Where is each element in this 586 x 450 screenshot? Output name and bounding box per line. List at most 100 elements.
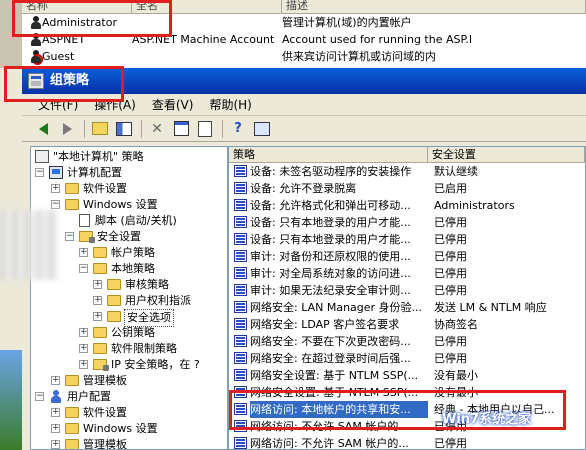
security-icon: [79, 231, 95, 243]
collapse-icon[interactable]: −: [35, 392, 44, 401]
policy-row[interactable]: 审计: 对全局系统对象的访问进... 已停用: [229, 265, 585, 282]
policy-row[interactable]: 网络访问: 不允许 SAM 帐户的... 已停用: [229, 435, 585, 450]
expand-icon[interactable]: +: [79, 328, 88, 337]
policy-item-icon: [234, 284, 247, 296]
up-folder-icon[interactable]: [89, 119, 111, 139]
network-security-icon: [93, 359, 109, 371]
policy-setting: 已停用: [434, 216, 467, 229]
user-name: Guest: [42, 50, 75, 63]
folder-icon: [93, 343, 107, 354]
tree-label: 计算机配置: [67, 166, 122, 179]
toolbar-separator: [222, 119, 223, 138]
show-tree-icon[interactable]: [113, 119, 135, 139]
expand-icon[interactable]: +: [79, 248, 88, 257]
collapse-icon[interactable]: −: [79, 264, 88, 273]
folder-icon: [65, 439, 79, 449]
help-icon[interactable]: [227, 119, 249, 139]
user-desc: 管理计算机(域)的内置帐户: [282, 16, 412, 29]
collapse-icon[interactable]: −: [35, 168, 44, 177]
policy-item-icon: [234, 301, 247, 313]
folder-icon: [107, 279, 121, 290]
tree-label: Windows 设置: [83, 422, 158, 435]
policy-row[interactable]: 网络安全设置: 基于 NTLM SSP(... 没有最小: [229, 367, 585, 384]
highlight-box-administrator: [12, 0, 172, 37]
col-header-policy[interactable]: 策略: [229, 147, 428, 162]
policy-row[interactable]: 网络安全: 在超过登录时间后强... 已停用: [229, 350, 585, 367]
toolbar-separator: [141, 119, 142, 138]
computer-icon: [49, 166, 63, 179]
expand-icon[interactable]: +: [93, 280, 102, 289]
expand-icon[interactable]: +: [51, 424, 60, 433]
watermark-text: Win7系统之家: [442, 412, 532, 427]
policy-name: 设备: 允许格式化和弹出可移动...: [250, 199, 411, 212]
policy-item-icon: [234, 182, 247, 194]
expand-icon[interactable]: +: [93, 312, 102, 321]
policy-setting: 已停用: [434, 335, 467, 348]
collapse-icon[interactable]: −: [51, 200, 60, 209]
policy-row[interactable]: 审计: 对备份和还原权限的使用... 已停用: [229, 248, 585, 265]
policy-item-icon: [234, 165, 247, 177]
policy-item-icon: [234, 250, 247, 262]
policy-row[interactable]: 设备: 允许不登录脱离 已启用: [229, 180, 585, 197]
policy-setting: 已停用: [434, 233, 467, 246]
tree-label: 安全设置: [97, 230, 141, 243]
export-list-icon[interactable]: [194, 119, 216, 139]
col-header-desc[interactable]: 描述: [282, 0, 586, 14]
desktop-background: [0, 350, 22, 450]
col-header-setting[interactable]: 安全设置: [428, 147, 585, 162]
policy-row[interactable]: 网络安全: LDAP 客户签名要求 协商签名: [229, 316, 585, 333]
policy-setting: 默认继续: [434, 165, 478, 178]
user-row-guest[interactable]: Guest 供来宾访问计算机或访问域的内: [22, 48, 586, 65]
console-icon[interactable]: [251, 119, 273, 139]
policy-item-icon: [234, 216, 247, 228]
delete-icon[interactable]: [146, 119, 168, 139]
policy-name: 设备: 只有本地登录的用户才能...: [250, 233, 411, 246]
policy-row[interactable]: 网络安全: 不要在下次更改密码... 已停用: [229, 333, 585, 350]
policy-setting: 没有最小: [434, 369, 478, 382]
policy-row[interactable]: 设备: 只有本地登录的用户才能... 已停用: [229, 231, 585, 248]
policy-row[interactable]: 设备: 未签名驱动程序的安装操作 默认继续: [229, 163, 585, 180]
expand-icon[interactable]: +: [51, 376, 60, 385]
expand-icon[interactable]: +: [51, 440, 60, 449]
policy-row[interactable]: 网络安全: LAN Manager 身份验... 发送 LM & NTLM 响应: [229, 299, 585, 316]
policy-name: 审计: 如果无法纪录安全审计则...: [250, 284, 411, 297]
policy-setting: 已启用: [434, 182, 467, 195]
collapse-icon[interactable]: −: [65, 232, 74, 241]
policy-setting: 已停用: [434, 267, 467, 280]
policy-tree[interactable]: "本地计算机" 策略 − 计算机配置 + 软件设置 − Windows 设置 脚…: [30, 146, 228, 450]
tree-label: 本地策略: [111, 262, 155, 275]
policy-name: 网络安全: LDAP 客户签名要求: [250, 318, 400, 331]
policy-item-icon: [234, 233, 247, 245]
tree-label: 用户配置: [67, 390, 111, 403]
policy-item-icon: [234, 335, 247, 347]
script-icon: [79, 214, 90, 227]
menu-help[interactable]: 帮助(H): [209, 96, 251, 113]
policy-setting: 发送 LM & NTLM 响应: [434, 301, 547, 314]
policy-item-icon: [234, 437, 247, 449]
expand-icon[interactable]: +: [51, 184, 60, 193]
policy-row[interactable]: 设备: 允许格式化和弹出可移动... Administrators: [229, 197, 585, 214]
user-desc: 供来宾访问计算机或访问域的内: [282, 50, 436, 63]
expand-icon[interactable]: +: [79, 344, 88, 353]
tree-label: 脚本 (启动/关机): [95, 214, 177, 227]
policy-name: 设备: 只有本地登录的用户才能...: [250, 216, 411, 229]
tree-label: 用户权利指派: [125, 294, 191, 307]
menu-view[interactable]: 查看(V): [152, 96, 194, 113]
expand-icon[interactable]: +: [93, 296, 102, 305]
policy-name: 网络访问: 不允许 SAM 帐户的...: [250, 437, 409, 450]
tree-label: 审核策略: [125, 278, 169, 291]
forward-arrow-icon[interactable]: [56, 119, 78, 139]
policy-item-icon: [234, 199, 247, 211]
policy-name: 设备: 未签名驱动程序的安装操作: [250, 165, 412, 178]
expand-icon[interactable]: +: [51, 408, 60, 417]
properties-icon[interactable]: [170, 119, 192, 139]
policy-name: 设备: 允许不登录脱离: [250, 182, 357, 195]
expand-icon[interactable]: +: [79, 360, 88, 369]
back-arrow-icon[interactable]: [32, 119, 54, 139]
policy-row[interactable]: 审计: 如果无法纪录安全审计则... 已停用: [229, 282, 585, 299]
user-config-icon: [49, 390, 63, 403]
policy-row[interactable]: 设备: 只有本地登录的用户才能... 已停用: [229, 214, 585, 231]
policy-name: 网络安全设置: 基于 NTLM SSP(...: [250, 369, 419, 382]
list-header: 策略 安全设置: [229, 147, 585, 163]
policy-setting: 协商签名: [434, 318, 478, 331]
